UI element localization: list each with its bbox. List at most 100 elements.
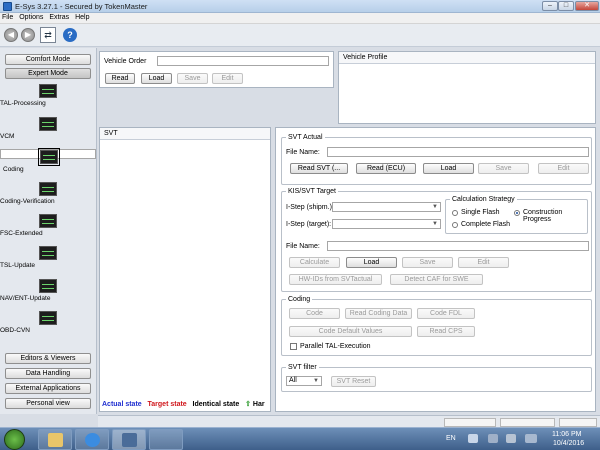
complete-flash-radio[interactable] xyxy=(452,222,458,228)
tsl-update-icon xyxy=(39,246,57,260)
sidebar-item-fsc-extended[interactable]: FSC-Extended xyxy=(0,214,96,237)
data-handling-button[interactable]: Data Handling xyxy=(5,368,91,379)
status-bar xyxy=(98,415,600,427)
legend-target-state: Target state xyxy=(147,401,187,408)
construction-progress-radio[interactable] xyxy=(514,210,520,216)
esys-taskbar-button[interactable] xyxy=(112,429,146,450)
tal-processing-icon xyxy=(39,84,57,98)
tray-app-icon[interactable] xyxy=(525,434,537,443)
coding-verification-icon xyxy=(39,182,57,196)
sidebar-item-coding-verification[interactable]: Coding-Verification xyxy=(0,182,96,205)
svt-filter-select[interactable]: All ▼ xyxy=(286,376,322,386)
taskbar: EN 11:06 PM 10/4/2016 xyxy=(0,427,600,450)
sidebar-item-label: TSL-Update xyxy=(0,262,36,269)
comfort-mode-button[interactable]: Comfort Mode xyxy=(5,54,91,65)
svt-actual-file-label: File Name: xyxy=(286,149,320,156)
vehicle-order-read-button[interactable]: Read xyxy=(105,73,135,84)
help-icon[interactable]: ? xyxy=(63,28,77,42)
istep-target-label: I-Step (target): xyxy=(286,221,332,228)
clock-time[interactable]: 11:06 PM xyxy=(552,431,581,438)
kis-save-button[interactable]: Save xyxy=(402,257,453,268)
kis-file-label: File Name: xyxy=(286,243,320,250)
window-title: E-Sys 3.27.1 - Secured by TokenMaster xyxy=(15,2,148,11)
vehicle-order-save-button[interactable]: Save xyxy=(177,73,208,84)
calculate-button[interactable]: Calculate xyxy=(289,257,340,268)
svt-header: SVT xyxy=(100,128,270,140)
connect-icon[interactable]: ⇄ xyxy=(40,27,56,43)
menu-help[interactable]: Help xyxy=(73,13,91,22)
menu-options[interactable]: Options xyxy=(17,13,45,22)
code-fdl-button[interactable]: Code FDL xyxy=(417,308,475,319)
legend-har: Har xyxy=(252,401,265,408)
sidebar-item-coding[interactable]: Coding xyxy=(0,148,96,173)
svt-actual-file-input[interactable] xyxy=(327,147,589,157)
close-button[interactable]: ✕ xyxy=(575,1,599,11)
calculation-strategy-title: Calculation Strategy xyxy=(450,196,517,203)
single-flash-radio[interactable] xyxy=(452,210,458,216)
single-flash-label: Single Flash xyxy=(461,209,500,216)
functions-panel: SVT Actual File Name: Read SVT (... Read… xyxy=(275,127,596,412)
forward-arrow-icon[interactable]: ▶ xyxy=(21,28,35,42)
sidebar-item-vcm[interactable]: VCM xyxy=(0,117,96,140)
read-cps-button[interactable]: Read CPS xyxy=(417,326,475,337)
fsc-extended-icon xyxy=(39,214,57,228)
vehicle-profile-title: Vehicle Profile xyxy=(343,54,388,61)
title-bar: E-Sys 3.27.1 - Secured by TokenMaster – … xyxy=(0,0,600,13)
svt-actual-load-button[interactable]: Load xyxy=(423,163,474,174)
sidebar-item-nav-ent-update[interactable]: NAV/ENT-Update xyxy=(0,279,96,302)
kis-file-input[interactable] xyxy=(327,241,589,251)
expert-mode-button[interactable]: Expert Mode xyxy=(5,68,91,79)
coding-icon xyxy=(38,148,60,166)
menu-file[interactable]: File xyxy=(0,13,15,22)
explorer-taskbar-button[interactable] xyxy=(38,429,72,450)
istep-target-select[interactable]: ▼ xyxy=(332,219,441,229)
kis-svt-target-title: KIS/SVT Target xyxy=(286,188,338,195)
kis-svt-target-group: KIS/SVT Target I-Step (shipm.): ▼ I-Step… xyxy=(281,188,592,292)
hw-ids-button[interactable]: HW-IDs from SVTactual xyxy=(289,274,382,285)
svt-actual-edit-button[interactable]: Edit xyxy=(538,163,589,174)
istep-shipm-label: I-Step (shipm.): xyxy=(286,204,334,211)
vehicle-order-input[interactable] xyxy=(157,56,329,66)
vehicle-order-load-button[interactable]: Load xyxy=(141,73,172,84)
taskbar-button-4[interactable] xyxy=(149,429,183,450)
notification-icon[interactable] xyxy=(468,434,478,443)
language-indicator[interactable]: EN xyxy=(446,435,456,442)
network-icon[interactable] xyxy=(488,434,498,443)
sidebar-item-tal-processing[interactable]: TAL-Processing xyxy=(0,84,96,107)
menu-extras[interactable]: Extras xyxy=(47,13,71,22)
svt-filter-group: SVT filter All ▼ SVT Reset xyxy=(281,364,592,392)
code-default-values-button[interactable]: Code Default Values xyxy=(289,326,412,337)
sidebar-item-obd-cvn[interactable]: OBD-CVN xyxy=(0,311,96,334)
maximize-button[interactable]: □ xyxy=(558,1,574,11)
parallel-tal-checkbox[interactable] xyxy=(290,343,297,350)
clock-date[interactable]: 10/4/2016 xyxy=(553,440,584,447)
external-applications-button[interactable]: External Applications xyxy=(5,383,91,394)
status-cell-2 xyxy=(500,418,555,427)
sidebar-item-label: TAL-Processing xyxy=(0,100,46,107)
internet-explorer-icon xyxy=(85,433,100,447)
read-svt-button[interactable]: Read SVT (... xyxy=(290,163,348,174)
sidebar: Comfort Mode Expert Mode TAL-Processing … xyxy=(0,48,97,414)
volume-icon[interactable] xyxy=(506,434,516,443)
istep-shipm-select[interactable]: ▼ xyxy=(332,202,441,212)
ie-taskbar-button[interactable] xyxy=(75,429,109,450)
personal-view-button[interactable]: Personal view xyxy=(5,398,91,409)
detect-caf-button[interactable]: Detect CAF for SWE xyxy=(390,274,483,285)
back-arrow-icon[interactable]: ◀ xyxy=(4,28,18,42)
minimize-button[interactable]: – xyxy=(542,1,558,11)
start-button-icon[interactable] xyxy=(4,429,25,450)
code-button[interactable]: Code xyxy=(289,308,340,319)
green-arrow-icon: ⇧ xyxy=(245,401,251,408)
svt-reset-button[interactable]: SVT Reset xyxy=(331,376,376,387)
sidebar-item-tsl-update[interactable]: TSL-Update xyxy=(0,246,96,269)
kis-edit-button[interactable]: Edit xyxy=(458,257,509,268)
sidebar-item-label: NAV/ENT-Update xyxy=(0,295,51,302)
kis-load-button[interactable]: Load xyxy=(346,257,397,268)
vehicle-order-edit-button[interactable]: Edit xyxy=(212,73,243,84)
read-ecu-button[interactable]: Read (ECU) xyxy=(356,163,416,174)
svt-actual-save-button[interactable]: Save xyxy=(478,163,529,174)
read-coding-data-button[interactable]: Read Coding Data xyxy=(345,308,412,319)
editors-viewers-button[interactable]: Editors & Viewers xyxy=(5,353,91,364)
chevron-down-icon: ▼ xyxy=(432,221,438,227)
sidebar-item-label: Coding-Verification xyxy=(0,198,55,205)
